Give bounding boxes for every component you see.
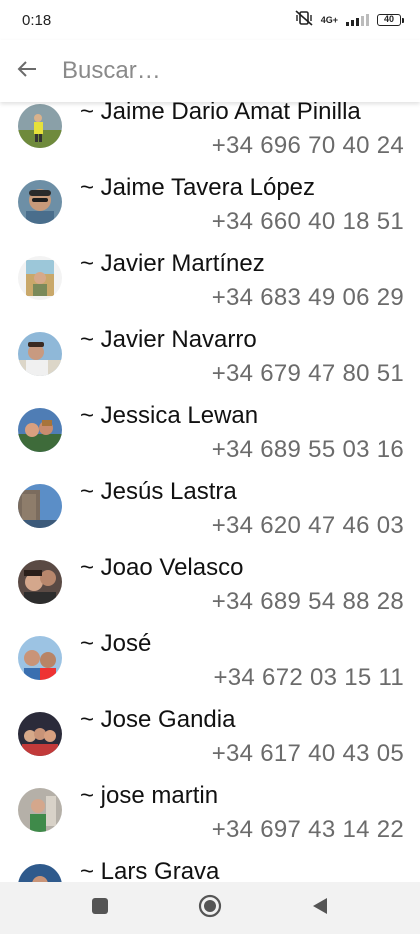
- back-button[interactable]: [0, 44, 54, 98]
- contact-avatar: [18, 636, 62, 680]
- contact-name: ~ Javier Martínez: [80, 250, 265, 277]
- contact-phone: +34 672 03 15 11: [213, 664, 404, 691]
- contact-phone: +34 679 47 80 51: [211, 360, 404, 387]
- contact-avatar: [18, 864, 62, 882]
- contact-name: ~ Jose Gandia: [80, 706, 236, 733]
- contact-row[interactable]: ~ Jessica Lewan +34 689 55 03 16: [0, 402, 420, 478]
- circle-home-icon: [198, 894, 222, 923]
- contact-row[interactable]: ~ jose martin +34 697 43 14 22: [0, 782, 420, 858]
- battery-level: 40: [377, 14, 401, 26]
- contact-row[interactable]: ~ Joao Velasco +34 689 54 88 28: [0, 554, 420, 630]
- search-input[interactable]: [62, 57, 382, 85]
- search-header: [0, 40, 420, 102]
- contact-row[interactable]: ~ Jaime Dario Amat Pinilla +34 696 70 40…: [0, 98, 420, 174]
- contact-name: ~ Jaime Dario Amat Pinilla: [80, 98, 361, 125]
- contact-name: ~ jose martin: [80, 782, 219, 809]
- square-icon: [91, 897, 109, 920]
- signal-icon: [346, 14, 369, 26]
- contact-phone: +34 689 54 88 28: [211, 588, 404, 615]
- recents-button[interactable]: [80, 888, 120, 928]
- contact-row[interactable]: ~ Jesús Lastra +34 620 47 46 03: [0, 478, 420, 554]
- contact-name: ~ Jessica Lewan: [80, 402, 259, 429]
- contact-phone: +34 689 55 03 16: [211, 436, 404, 463]
- contact-avatar: [18, 256, 62, 300]
- vibrate-icon: [295, 10, 313, 30]
- contact-row[interactable]: ~ Javier Navarro +34 679 47 80 51: [0, 326, 420, 402]
- contact-phone: +34 683 49 06 29: [211, 284, 404, 311]
- status-bar: 0:18 4G+ 40: [0, 0, 420, 40]
- contact-avatar: [18, 788, 62, 832]
- contact-avatar: [18, 332, 62, 376]
- system-back-button[interactable]: [300, 888, 340, 928]
- contact-phone: +34 697 43 14 22: [211, 816, 404, 843]
- contact-avatar: [18, 560, 62, 604]
- triangle-back-icon: [311, 896, 329, 921]
- contact-name: ~ Joao Velasco: [80, 554, 244, 581]
- contact-name: ~ Jaime Tavera López: [80, 174, 316, 201]
- contact-name: ~ Javier Navarro: [80, 326, 257, 353]
- contact-phone: +34 696 70 40 24: [211, 132, 404, 159]
- system-navigation-bar: [0, 882, 420, 934]
- status-time: 0:18: [22, 11, 52, 29]
- contact-avatar: [18, 180, 62, 224]
- battery-icon: 40: [377, 14, 404, 26]
- contact-row[interactable]: ~ José +34 672 03 15 11: [0, 630, 420, 706]
- home-button[interactable]: [190, 888, 230, 928]
- contact-name: ~ José: [80, 630, 152, 657]
- contact-avatar: [18, 484, 62, 528]
- contact-row[interactable]: ~ Javier Martínez +34 683 49 06 29: [0, 250, 420, 326]
- contact-phone: +34 660 40 18 51: [211, 208, 404, 235]
- contact-avatar: [18, 104, 62, 148]
- contact-phone: +34 617 40 43 05: [211, 740, 404, 767]
- contact-list[interactable]: ~ Jaime Dario Amat Pinilla +34 696 70 40…: [0, 98, 420, 882]
- contact-row[interactable]: ~ Lars Grava: [0, 858, 420, 882]
- contact-avatar: [18, 712, 62, 756]
- contact-avatar: [18, 408, 62, 452]
- contact-phone: +34 620 47 46 03: [211, 512, 404, 539]
- status-icons: 4G+ 40: [295, 10, 404, 30]
- arrow-left-icon: [16, 58, 38, 85]
- contact-row[interactable]: ~ Jose Gandia +34 617 40 43 05: [0, 706, 420, 782]
- contact-row[interactable]: ~ Jaime Tavera López +34 660 40 18 51: [0, 174, 420, 250]
- network-type: 4G+: [320, 14, 338, 25]
- contact-name: ~ Lars Grava: [80, 858, 220, 882]
- contact-name: ~ Jesús Lastra: [80, 478, 237, 505]
